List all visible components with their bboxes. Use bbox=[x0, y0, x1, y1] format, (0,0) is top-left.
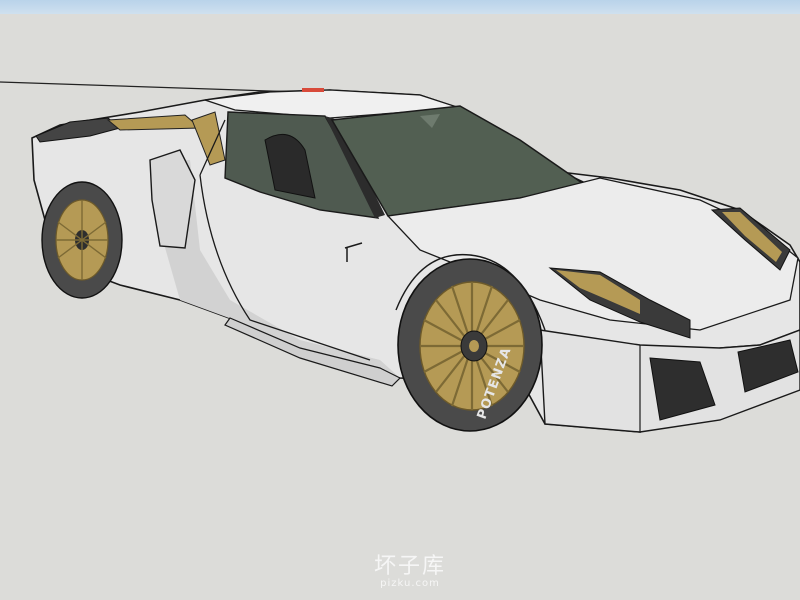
car-model: POTENZA bbox=[0, 81, 800, 433]
horizon-axis-line bbox=[0, 81, 301, 93]
front-wheel: POTENZA bbox=[397, 258, 543, 432]
sketchup-viewport: POTENZA 坏子库 pizku.com bbox=[0, 0, 800, 600]
rear-wheel bbox=[41, 181, 123, 299]
watermark-logo: 坏子库 bbox=[373, 554, 446, 579]
roof-light bbox=[302, 88, 324, 92]
watermark-url: pizku.com bbox=[380, 578, 440, 589]
watermark: 坏子库 pizku.com bbox=[0, 548, 800, 589]
